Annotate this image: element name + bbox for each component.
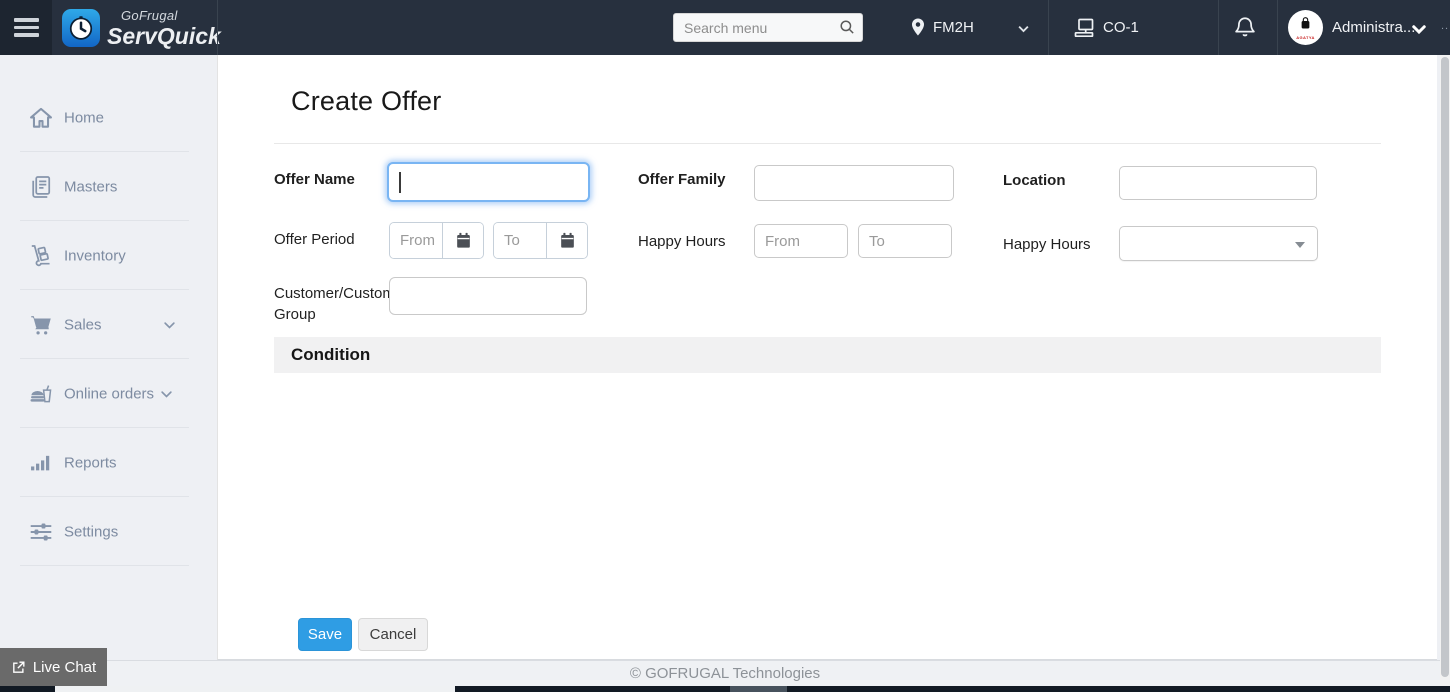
sidebar-item-reports[interactable]: Reports [0, 428, 217, 497]
header-divider [1048, 0, 1049, 55]
header-divider [1218, 0, 1219, 55]
create-offer-panel: Create Offer Offer Name Offer Family Loc… [217, 55, 1437, 660]
calendar-button[interactable] [442, 223, 483, 258]
vertical-scrollbar[interactable] [1440, 55, 1450, 692]
menu-search [673, 13, 863, 42]
home-icon [30, 107, 52, 128]
pos-terminal-icon [1074, 18, 1094, 38]
happy-hours-to-input[interactable] [858, 224, 952, 258]
search-input[interactable] [673, 13, 863, 42]
shopping-bag-icon [1301, 17, 1310, 29]
offer-period-from [389, 222, 484, 259]
header-divider [1277, 0, 1278, 55]
bar-chart-icon [31, 455, 50, 470]
sidebar-item-label: Home [64, 109, 105, 126]
horizontal-scrollbar-thumb[interactable] [55, 686, 455, 692]
sidebar-item-label: Inventory [64, 247, 126, 264]
horizontal-scrollbar[interactable] [0, 686, 1450, 692]
title-divider [274, 143, 1381, 144]
sliders-icon [30, 523, 52, 540]
customer-group-label: Customer/Custom Group [274, 285, 392, 323]
top-bar: GoFrugal ServQuick FM2H CO-1 AGATYA [0, 0, 1450, 55]
text-caret [399, 172, 401, 193]
hand-truck-icon [31, 244, 50, 266]
header-overflow-dots: .. [1441, 20, 1450, 32]
chevron-down-icon [164, 321, 175, 329]
chevron-down-icon [161, 390, 172, 398]
offer-period-from-input[interactable] [390, 223, 442, 258]
location-pin-icon [912, 18, 924, 36]
offer-family-input[interactable] [754, 165, 954, 201]
header-divider [217, 0, 218, 55]
calendar-icon [560, 232, 574, 248]
page-title: Create Offer [291, 86, 442, 116]
sidebar-item-label: Sales [64, 316, 102, 333]
sidebar-item-sales[interactable]: Sales [0, 290, 217, 359]
footer: © GOFRUGAL Technologies [0, 660, 1450, 686]
brand-text: GoFrugal ServQuick [107, 8, 221, 48]
avatar: AGATYA [1288, 10, 1323, 45]
avatar-text: AGATYA [1296, 35, 1315, 40]
offer-family-label: Offer Family [638, 171, 726, 188]
sidebar-item-label: Settings [64, 523, 119, 540]
brand-logo[interactable]: GoFrugal ServQuick [62, 8, 221, 48]
servquick-app: GoFrugal ServQuick FM2H CO-1 AGATYA [0, 0, 1450, 692]
live-chat-button[interactable]: Live Chat [0, 648, 107, 686]
clock-logo-icon [62, 9, 100, 47]
user-name: Administra... [1332, 19, 1416, 36]
sidebar-item-label: Masters [64, 178, 118, 195]
offer-period-to [493, 222, 588, 259]
external-link-icon [12, 661, 25, 673]
hamburger-menu-button[interactable] [0, 0, 52, 55]
offer-period-label: Offer Period [274, 231, 355, 248]
horizontal-scrollbar-segment [730, 686, 787, 692]
calendar-icon [456, 232, 470, 248]
happy-hours-select-label: Happy Hours [1003, 236, 1091, 253]
sidebar-item-settings[interactable]: Settings [0, 497, 217, 566]
copyright-text: © GOFRUGAL Technologies [629, 665, 821, 682]
brand-gofrugal: GoFrugal [121, 8, 178, 23]
sidebar-item-masters[interactable]: Masters [0, 152, 217, 221]
brand-servquick: ServQuick [107, 23, 221, 49]
happy-hours-select[interactable] [1119, 226, 1318, 261]
offer-period-to-input[interactable] [494, 223, 546, 258]
search-icon[interactable] [838, 18, 856, 36]
sidebar-item-home[interactable]: Home [0, 83, 217, 152]
sidebar-item-online-orders[interactable]: Online orders [0, 359, 217, 428]
condition-title: Condition [291, 345, 371, 364]
food-order-icon [30, 384, 52, 402]
chevron-down-icon [1295, 242, 1305, 248]
offer-name-input[interactable] [387, 162, 590, 202]
sidebar: Home Masters Inventory Sales Online orde… [0, 55, 217, 692]
location-input[interactable] [1119, 166, 1317, 200]
chevron-down-icon [1018, 25, 1029, 33]
sidebar-item-label: Online orders [64, 385, 155, 402]
customer-group-input[interactable] [389, 277, 587, 315]
location-label: Location [1003, 172, 1066, 189]
notification-bell-icon[interactable] [1232, 14, 1258, 41]
sidebar-item-label: Reports [64, 454, 117, 471]
offer-name-label: Offer Name [274, 171, 355, 188]
live-chat-label: Live Chat [32, 658, 97, 676]
vertical-scrollbar-thumb[interactable] [1441, 57, 1449, 677]
condition-section-header: Condition [274, 337, 1381, 373]
happy-hours-from-input[interactable] [754, 224, 848, 258]
calendar-button[interactable] [546, 223, 587, 258]
cancel-button[interactable]: Cancel [358, 618, 428, 651]
sidebar-item-inventory[interactable]: Inventory [0, 221, 217, 290]
happy-hours-time-label: Happy Hours [638, 233, 726, 250]
documents-icon [32, 175, 51, 198]
terminal-label: CO-1 [1103, 19, 1139, 36]
save-button[interactable]: Save [298, 618, 352, 651]
chevron-down-icon [1412, 25, 1426, 35]
shopping-cart-icon [31, 315, 51, 335]
location-label: FM2H [933, 19, 974, 36]
